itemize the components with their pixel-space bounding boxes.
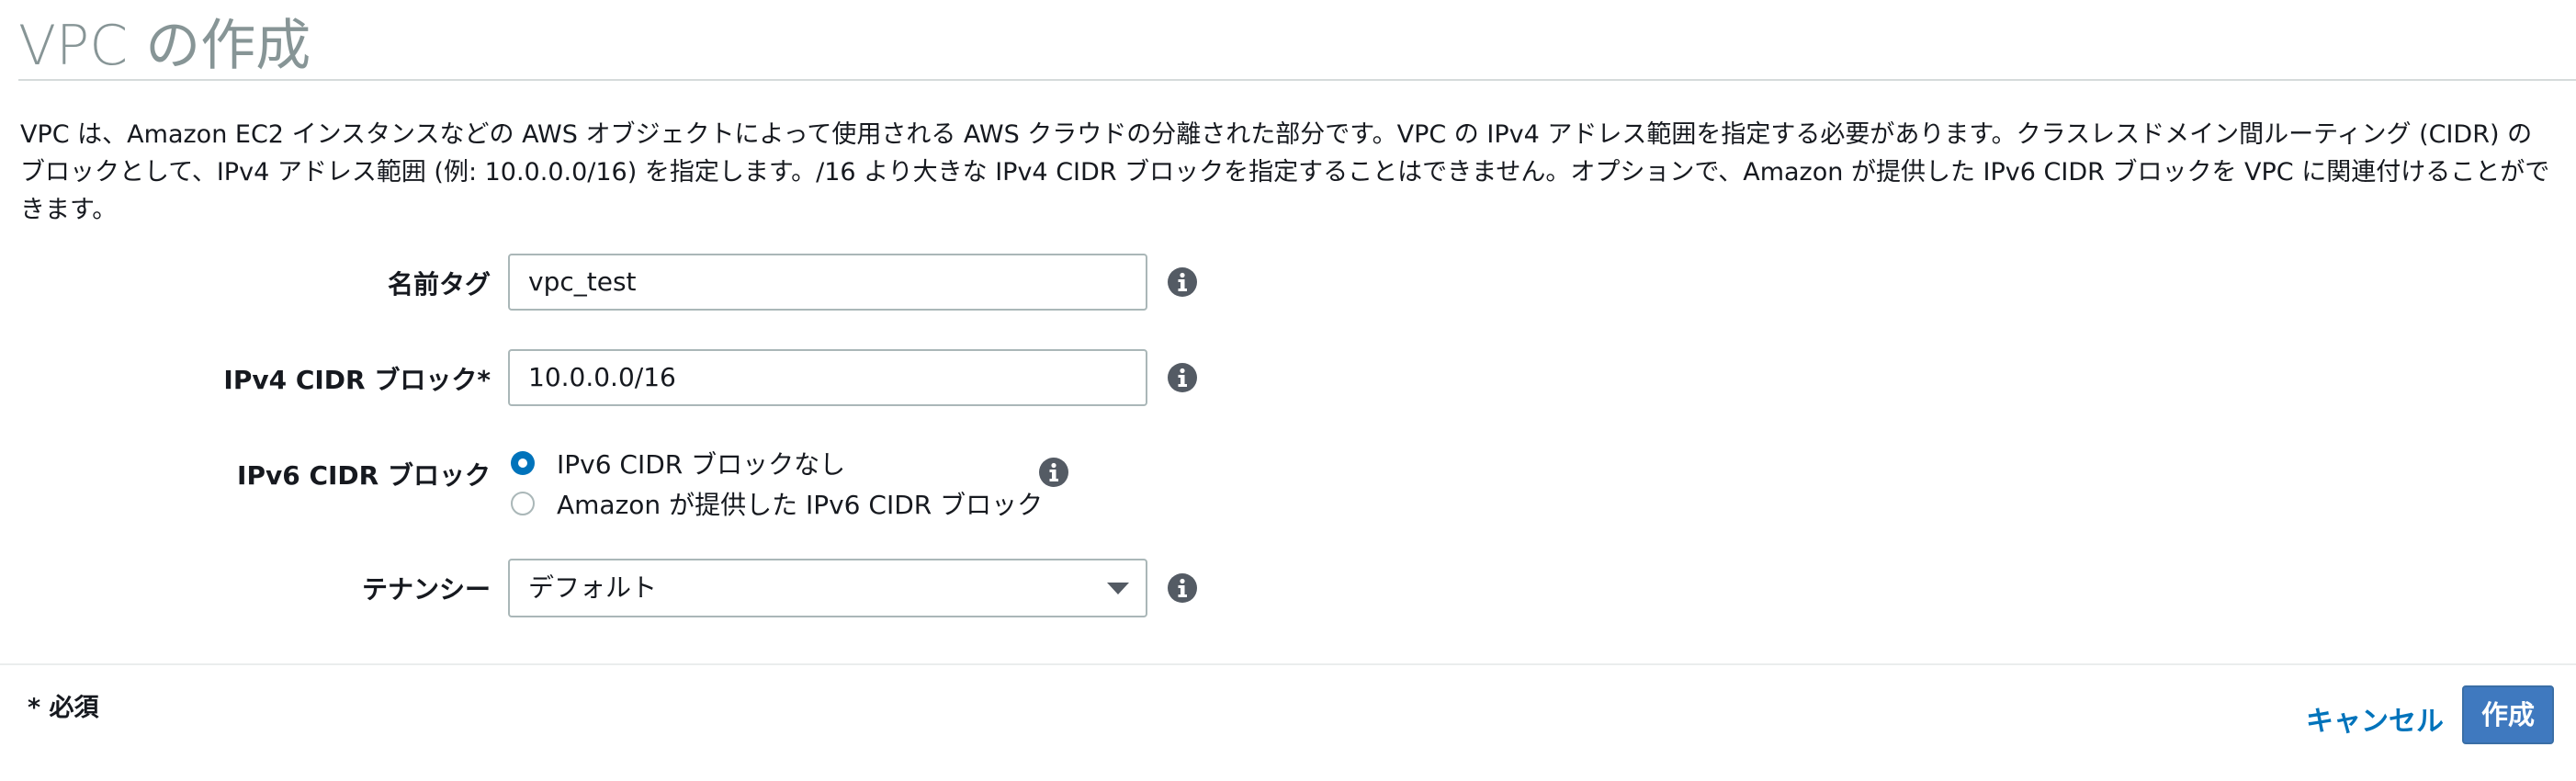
name-tag-label: 名前タグ [387, 269, 491, 300]
ipv6-option-none[interactable]: IPv6 CIDR ブロックなし [511, 445, 845, 481]
page-description: VPC は、Amazon EC2 インスタンスなどの AWS オブジェクトによっ… [20, 120, 2550, 224]
ipv4-cidr-label: IPv4 CIDR ブロック* [223, 365, 491, 395]
ipv4-cidr-input[interactable]: 10.0.0.0/16 [508, 349, 1147, 406]
title-divider [18, 79, 2576, 81]
radio-button-selected[interactable] [511, 451, 535, 475]
info-icon[interactable] [1038, 457, 1069, 488]
tenancy-selected-value: デフォルト [528, 572, 658, 603]
ipv6-option-amazon-label: Amazon が提供した IPv6 CIDR ブロック [557, 490, 1044, 520]
ipv6-option-amazon[interactable]: Amazon が提供した IPv6 CIDR ブロック [511, 485, 1043, 522]
info-icon[interactable] [1167, 362, 1198, 393]
tenancy-label: テナンシー [361, 574, 491, 605]
chevron-down-icon [1107, 583, 1129, 594]
ipv6-cidr-label: IPv6 CIDR ブロック [237, 460, 491, 491]
ipv6-option-none-label: IPv6 CIDR ブロックなし [557, 449, 846, 480]
cancel-button[interactable]: キャンセル [2306, 698, 2444, 739]
required-note: * 必須 [28, 694, 99, 722]
info-icon[interactable] [1167, 266, 1198, 298]
create-button[interactable]: 作成 [2462, 685, 2554, 744]
info-icon[interactable] [1167, 572, 1198, 604]
name-tag-input[interactable]: vpc_test [508, 254, 1147, 311]
radio-button[interactable] [511, 492, 535, 515]
page-title: VPC の作成 [18, 14, 311, 78]
footer-divider [0, 663, 2576, 665]
tenancy-select[interactable]: デフォルト [508, 559, 1147, 617]
